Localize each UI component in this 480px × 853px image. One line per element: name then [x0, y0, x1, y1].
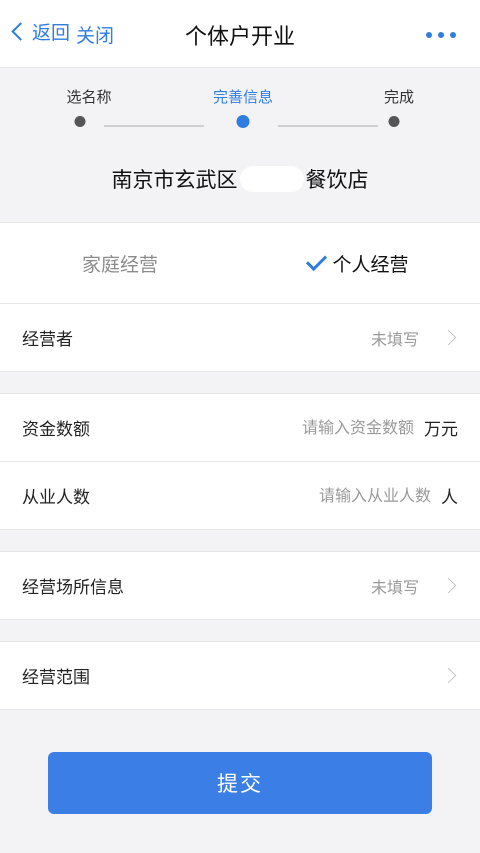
premises-row[interactable]: 经营场所信息 未填写: [0, 552, 480, 620]
step-dot-info: [236, 115, 250, 128]
operator-row[interactable]: 经营者 未填写: [0, 304, 480, 372]
premises-value: 未填写: [370, 577, 419, 597]
step-label-name: 选名称: [66, 88, 112, 106]
section-divider: [0, 620, 480, 642]
capital-label: 资金数额: [22, 420, 90, 440]
capital-input[interactable]: [264, 418, 414, 437]
submit-area: 提交: [0, 710, 480, 814]
staff-label: 从业人数: [22, 488, 90, 508]
staff-row: 从业人数 人: [0, 462, 480, 530]
step-dot-done: [388, 116, 400, 127]
chevron-right-icon: [440, 577, 457, 594]
step-dot-name: [74, 116, 86, 127]
option-family-label: 家庭经营: [81, 253, 158, 276]
staff-unit: 人: [441, 488, 458, 508]
shop-name: 南京市玄武区 餐饮店: [0, 164, 480, 194]
more-dot-icon: [426, 32, 432, 38]
shop-name-prefix: 南京市玄武区: [111, 168, 238, 192]
shop-name-suffix: 餐饮店: [305, 168, 369, 192]
option-family[interactable]: 家庭经营: [0, 223, 240, 303]
step-label-info: 完善信息: [212, 88, 274, 106]
step-line: [104, 125, 204, 127]
step-label-done: 完成: [383, 88, 415, 106]
staff-input[interactable]: [281, 486, 431, 505]
option-individual[interactable]: 个人经营: [240, 223, 480, 303]
step-line: [278, 125, 378, 127]
chevron-right-icon: [440, 667, 457, 684]
section-divider: [0, 530, 480, 552]
operator-value: 未填写: [370, 329, 419, 349]
business-type-selector: 家庭经营 个人经营: [0, 222, 480, 304]
capital-row: 资金数额 万元: [0, 394, 480, 462]
section-divider: [0, 372, 480, 394]
scope-label: 经营范围: [22, 668, 90, 688]
redacted-mask: [239, 166, 304, 192]
scope-row[interactable]: 经营范围: [0, 642, 480, 710]
premises-label: 经营场所信息: [22, 578, 124, 598]
option-individual-label: 个人经营: [332, 253, 409, 276]
submit-button[interactable]: 提交: [48, 752, 432, 814]
nav-bar: 返回 关闭 个体户开业: [0, 0, 480, 68]
more-dot-icon: [450, 32, 456, 38]
capital-unit: 万元: [424, 420, 458, 440]
operator-label: 经营者: [22, 330, 73, 350]
more-dot-icon: [438, 32, 444, 38]
more-button[interactable]: [426, 32, 456, 38]
chevron-right-icon: [440, 329, 457, 346]
page-title: 个体户开业: [184, 25, 295, 50]
checkmark-icon: [306, 249, 328, 271]
progress-steps: 选名称 完善信息 完成 南京市玄武区 餐饮店: [0, 68, 480, 222]
